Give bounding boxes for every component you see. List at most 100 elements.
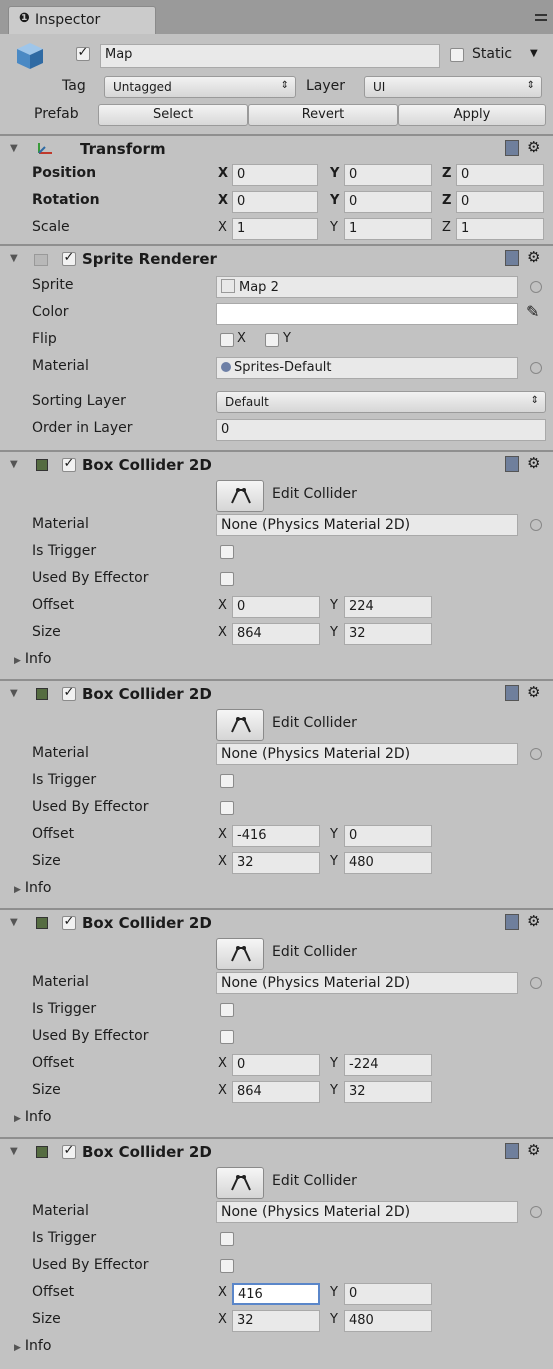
- scale-x-field[interactable]: 1: [232, 218, 318, 240]
- gear-icon[interactable]: ⚙: [527, 912, 540, 930]
- enabled-checkbox[interactable]: ✓: [62, 251, 76, 266]
- enabled-checkbox[interactable]: ✓: [62, 1144, 76, 1159]
- info-foldout[interactable]: ▶ Info: [14, 1109, 51, 1125]
- scale-z-field[interactable]: 1: [456, 218, 544, 240]
- prefab-revert-button[interactable]: Revert: [248, 104, 398, 126]
- used-by-effector-checkbox[interactable]: [220, 1030, 234, 1044]
- flip-x-checkbox[interactable]: [220, 333, 234, 347]
- position-z-field[interactable]: 0: [456, 164, 544, 186]
- foldout-icon[interactable]: ▼: [10, 143, 18, 154]
- gear-icon[interactable]: ⚙: [527, 138, 540, 156]
- physics-material-field[interactable]: None (Physics Material 2D): [216, 972, 518, 994]
- object-name-input[interactable]: Map: [100, 44, 440, 68]
- enabled-checkbox[interactable]: ✓: [62, 457, 76, 472]
- used-by-effector-checkbox[interactable]: [220, 572, 234, 586]
- help-book-icon[interactable]: [505, 1143, 519, 1159]
- info-foldout[interactable]: ▶ Info: [14, 880, 51, 896]
- scale-y-field[interactable]: 1: [344, 218, 432, 240]
- size-x-field[interactable]: 32: [232, 852, 320, 874]
- size-y-field[interactable]: 480: [344, 1310, 432, 1332]
- offset-y-field[interactable]: 0: [344, 1283, 432, 1305]
- offset-y-field[interactable]: 0: [344, 825, 432, 847]
- offset-x-field[interactable]: 0: [232, 596, 320, 618]
- enabled-checkbox[interactable]: ✓: [62, 686, 76, 701]
- color-swatch[interactable]: [216, 303, 518, 325]
- rotation-x-field[interactable]: 0: [232, 191, 318, 213]
- offset-x-field[interactable]: -416: [232, 825, 320, 847]
- component-header[interactable]: ▼ ✓ Box Collider 2D ⚙: [0, 1139, 553, 1165]
- edit-collider-button[interactable]: [216, 480, 264, 512]
- foldout-icon[interactable]: ▼: [10, 1146, 18, 1157]
- size-y-field[interactable]: 32: [344, 1081, 432, 1103]
- static-checkbox[interactable]: [450, 48, 464, 62]
- window-menu-icon[interactable]: [535, 14, 547, 22]
- material-field[interactable]: Sprites-Default: [216, 357, 518, 379]
- used-by-effector-checkbox[interactable]: [220, 1259, 234, 1273]
- is-trigger-checkbox[interactable]: [220, 774, 234, 788]
- object-picker-icon[interactable]: [530, 362, 542, 374]
- object-picker-icon[interactable]: [530, 1206, 542, 1218]
- component-header[interactable]: ▼ Transform ⚙: [0, 136, 553, 162]
- tag-dropdown[interactable]: Untagged ⇕: [104, 76, 296, 98]
- size-y-field[interactable]: 480: [344, 852, 432, 874]
- physics-material-field[interactable]: None (Physics Material 2D): [216, 514, 518, 536]
- eyedropper-icon[interactable]: ✎: [526, 302, 539, 321]
- rotation-z-field[interactable]: 0: [456, 191, 544, 213]
- prefab-select-button[interactable]: Select: [98, 104, 248, 126]
- foldout-icon[interactable]: ▼: [10, 459, 18, 470]
- is-trigger-checkbox[interactable]: [220, 1003, 234, 1017]
- component-header[interactable]: ▼ ✓ Sprite Renderer ⚙: [0, 246, 553, 272]
- gear-icon[interactable]: ⚙: [527, 1141, 540, 1159]
- info-circle-icon: ❶: [19, 11, 31, 26]
- gear-icon[interactable]: ⚙: [527, 683, 540, 701]
- edit-collider-button[interactable]: [216, 938, 264, 970]
- offset-y-field[interactable]: 224: [344, 596, 432, 618]
- rotation-y-field[interactable]: 0: [344, 191, 432, 213]
- static-dropdown-icon[interactable]: ▼: [530, 48, 538, 59]
- object-picker-icon[interactable]: [530, 748, 542, 760]
- size-y-field[interactable]: 32: [344, 623, 432, 645]
- help-book-icon[interactable]: [505, 456, 519, 472]
- used-by-effector-checkbox[interactable]: [220, 801, 234, 815]
- prefab-apply-button[interactable]: Apply: [398, 104, 546, 126]
- edit-collider-button[interactable]: [216, 709, 264, 741]
- size-x-field[interactable]: 864: [232, 623, 320, 645]
- foldout-icon[interactable]: ▼: [10, 917, 18, 928]
- size-x-field[interactable]: 32: [232, 1310, 320, 1332]
- is-trigger-checkbox[interactable]: [220, 545, 234, 559]
- info-foldout[interactable]: ▶ Info: [14, 651, 51, 667]
- gear-icon[interactable]: ⚙: [527, 454, 540, 472]
- physics-material-field[interactable]: None (Physics Material 2D): [216, 1201, 518, 1223]
- active-checkbox[interactable]: ✓: [76, 46, 90, 61]
- object-picker-icon[interactable]: [530, 977, 542, 989]
- object-picker-icon[interactable]: [530, 281, 542, 293]
- help-book-icon[interactable]: [505, 914, 519, 930]
- position-x-field[interactable]: 0: [232, 164, 318, 186]
- flip-y-checkbox[interactable]: [265, 333, 279, 347]
- object-picker-icon[interactable]: [530, 519, 542, 531]
- offset-x-field[interactable]: 0: [232, 1054, 320, 1076]
- gear-icon[interactable]: ⚙: [527, 248, 540, 266]
- foldout-icon[interactable]: ▼: [10, 688, 18, 699]
- offset-y-field[interactable]: -224: [344, 1054, 432, 1076]
- size-x-field[interactable]: 864: [232, 1081, 320, 1103]
- sprite-field[interactable]: Map 2: [216, 276, 518, 298]
- foldout-icon[interactable]: ▼: [10, 253, 18, 264]
- edit-collider-button[interactable]: [216, 1167, 264, 1199]
- help-book-icon[interactable]: [505, 140, 519, 156]
- physics-material-field[interactable]: None (Physics Material 2D): [216, 743, 518, 765]
- component-header[interactable]: ▼ ✓ Box Collider 2D ⚙: [0, 681, 553, 707]
- order-in-layer-field[interactable]: 0: [216, 419, 546, 441]
- help-book-icon[interactable]: [505, 250, 519, 266]
- tab-inspector[interactable]: ❶ Inspector: [8, 6, 156, 34]
- sorting-layer-dropdown[interactable]: Default ⇕: [216, 391, 546, 413]
- component-header[interactable]: ▼ ✓ Box Collider 2D ⚙: [0, 452, 553, 478]
- offset-x-field[interactable]: 416: [232, 1283, 320, 1305]
- layer-dropdown[interactable]: UI ⇕: [364, 76, 542, 98]
- component-header[interactable]: ▼ ✓ Box Collider 2D ⚙: [0, 910, 553, 936]
- enabled-checkbox[interactable]: ✓: [62, 915, 76, 930]
- position-y-field[interactable]: 0: [344, 164, 432, 186]
- is-trigger-checkbox[interactable]: [220, 1232, 234, 1246]
- info-foldout[interactable]: ▶ Info: [14, 1338, 51, 1354]
- help-book-icon[interactable]: [505, 685, 519, 701]
